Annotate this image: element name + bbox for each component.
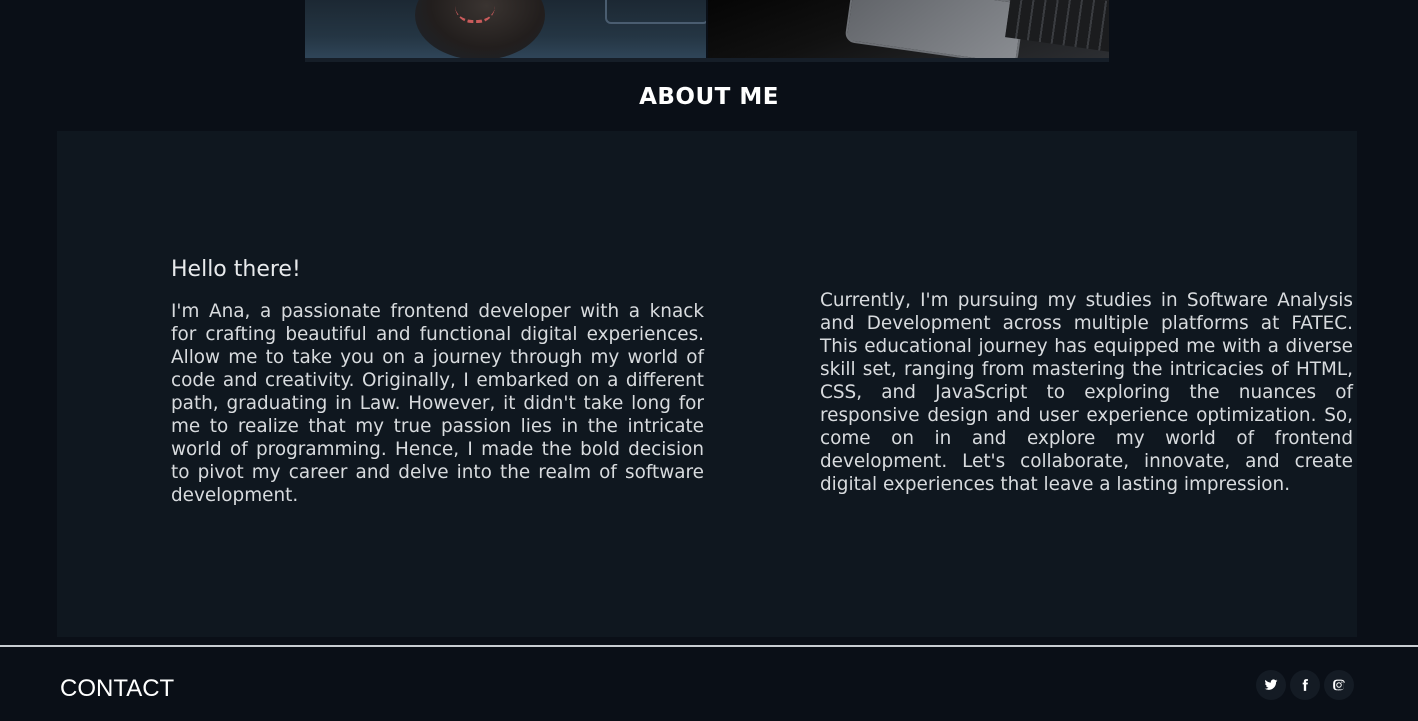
about-section-title: ABOUT ME xyxy=(639,84,779,110)
hero-photo-laptop xyxy=(708,0,1109,60)
hero-image-strip xyxy=(305,0,1109,61)
hero-bottom-edge xyxy=(305,58,1109,62)
about-left-column: Hello there! I'm Ana, a passionate front… xyxy=(171,257,704,507)
contact-title: CONTACT xyxy=(60,675,175,702)
instagram-icon[interactable] xyxy=(1324,670,1354,700)
social-links xyxy=(1256,670,1354,700)
about-panel: Hello there! I'm Ana, a passionate front… xyxy=(57,131,1357,637)
about-paragraph-right: Currently, I'm pursuing my studies in So… xyxy=(820,290,1353,495)
facebook-icon[interactable] xyxy=(1290,670,1320,700)
footer: CONTACT xyxy=(0,647,1418,721)
about-paragraph-left: I'm Ana, a passionate frontend developer… xyxy=(171,301,704,506)
hero-photo-person xyxy=(305,0,708,60)
about-greeting: Hello there! xyxy=(171,257,301,282)
twitter-icon[interactable] xyxy=(1256,670,1286,700)
about-right-column: Currently, I'm pursuing my studies in So… xyxy=(820,289,1353,496)
